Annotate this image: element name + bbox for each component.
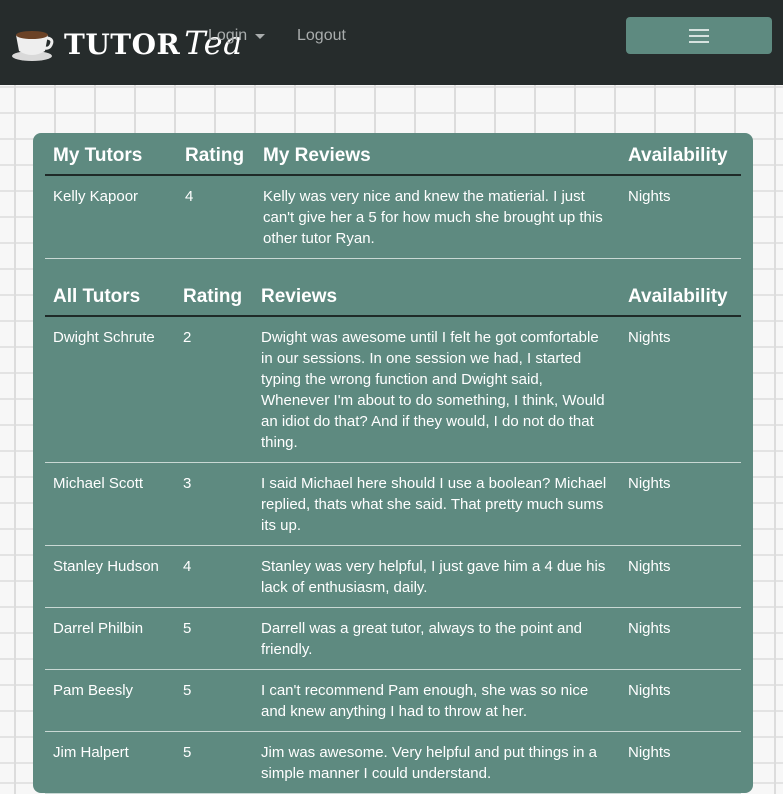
tutor-rating: 5	[175, 607, 253, 670]
tutor-name: Kelly Kapoor	[45, 175, 177, 259]
column-header: Availability	[620, 133, 741, 176]
tutor-rating: 2	[175, 316, 253, 463]
tutor-availability: Nights	[620, 607, 741, 670]
column-header: My Reviews	[255, 133, 620, 176]
table-row: Kelly Kapoor 4 Kelly was very nice and k…	[45, 175, 741, 259]
table-row: Michael Scott 3 I said Michael here shou…	[45, 462, 741, 546]
tutor-review: I said Michael here should I use a boole…	[253, 462, 620, 546]
tutor-name: Michael Scott	[45, 462, 175, 546]
tutor-rating: 3	[175, 462, 253, 546]
table-row: Darrel Philbin 5 Darrell was a great tut…	[45, 607, 741, 670]
all-tutors-header-row: All Tutors Rating Reviews Availability	[45, 274, 741, 317]
my-tutors-table: My Tutors Rating My Reviews Availability…	[45, 133, 741, 259]
brand-word-tutor: Tutor	[64, 28, 181, 61]
tutor-review: Jim was awesome. Very helpful and put th…	[253, 731, 620, 794]
tutor-review: I can't recommend Pam enough, she was so…	[253, 669, 620, 732]
tutor-name: Jim Halpert	[45, 731, 175, 794]
table-row: Jim Halpert 5 Jim was awesome. Very help…	[45, 731, 741, 794]
column-header: My Tutors	[45, 133, 177, 176]
tutor-review: Darrell was a great tutor, always to the…	[253, 607, 620, 670]
tutor-rating: 5	[175, 731, 253, 794]
column-header: All Tutors	[45, 274, 175, 317]
teacup-icon	[12, 31, 54, 61]
tutor-name: Darrel Philbin	[45, 607, 175, 670]
tutor-availability: Nights	[620, 462, 741, 546]
login-dropdown[interactable]: Login	[208, 27, 266, 45]
tutor-review: Kelly was very nice and knew the matieri…	[255, 175, 620, 259]
column-header: Rating	[177, 133, 255, 176]
caret-down-icon	[255, 33, 266, 39]
table-row: Pam Beesly 5 I can't recommend Pam enoug…	[45, 669, 741, 732]
my-tutors-header-row: My Tutors Rating My Reviews Availability	[45, 133, 741, 176]
tutor-rating: 5	[175, 669, 253, 732]
tutor-availability: Nights	[620, 316, 741, 463]
column-header: Reviews	[253, 274, 620, 317]
tutor-name: Pam Beesly	[45, 669, 175, 732]
tutor-name: Dwight Schrute	[45, 316, 175, 463]
column-header: Rating	[175, 274, 253, 317]
table-row: Dwight Schrute 2 Dwight was awesome unti…	[45, 316, 741, 463]
tutor-review: Stanley was very helpful, I just gave hi…	[253, 545, 620, 608]
tutor-availability: Nights	[620, 669, 741, 732]
column-header: Availability	[620, 274, 741, 317]
tutor-rating: 4	[177, 175, 255, 259]
tutor-name: Stanley Hudson	[45, 545, 175, 608]
tutors-card: My Tutors Rating My Reviews Availability…	[33, 133, 753, 794]
tutor-availability: Nights	[620, 175, 741, 259]
hamburger-icon	[689, 28, 709, 43]
login-label: Login	[208, 27, 248, 44]
tutor-review: Dwight was awesome until I felt he got c…	[253, 316, 620, 463]
all-tutors-table: All Tutors Rating Reviews Availability D…	[45, 274, 741, 794]
top-navbar: Tutor Tea Login Logout	[0, 0, 783, 85]
tutor-availability: Nights	[620, 545, 741, 608]
tutor-rating: 4	[175, 545, 253, 608]
tutor-availability: Nights	[620, 731, 741, 794]
menu-toggle-button[interactable]	[626, 17, 772, 54]
table-row: Stanley Hudson 4 Stanley was very helpfu…	[45, 545, 741, 608]
logout-link[interactable]: Logout	[297, 27, 346, 45]
